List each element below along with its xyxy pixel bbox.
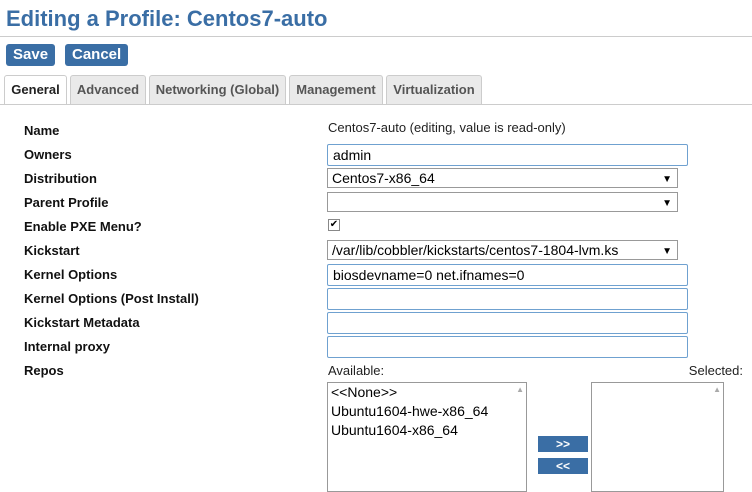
repos-label: Repos xyxy=(24,363,64,378)
tab-bar: General Advanced Networking (Global) Man… xyxy=(0,75,752,105)
list-item[interactable]: Ubuntu1604-x86_64 xyxy=(328,421,526,440)
owners-input[interactable]: admin xyxy=(327,144,688,166)
internal-proxy-input[interactable] xyxy=(327,336,688,358)
kernel-options-post-input[interactable] xyxy=(327,288,688,310)
add-repo-button[interactable]: >> xyxy=(538,436,588,452)
parent-profile-label: Parent Profile xyxy=(24,195,109,210)
list-item[interactable]: <<None>> xyxy=(328,383,526,402)
kernel-options-post-label: Kernel Options (Post Install) xyxy=(24,291,199,306)
scroll-up-icon[interactable]: ▲ xyxy=(713,385,721,394)
tab-divider xyxy=(0,104,752,105)
repos-selected-label: Selected: xyxy=(688,363,743,378)
dropdown-arrow-icon: ▼ xyxy=(662,246,672,257)
distribution-selected-value: Centos7-x86_64 xyxy=(332,170,435,186)
dropdown-arrow-icon: ▼ xyxy=(662,198,672,209)
enable-pxe-checkbox[interactable]: ✔ xyxy=(328,219,340,231)
kickstart-metadata-label: Kickstart Metadata xyxy=(24,315,140,330)
remove-repo-button[interactable]: << xyxy=(538,458,588,474)
kernel-options-input[interactable]: biosdevname=0 net.ifnames=0 xyxy=(327,264,688,286)
list-item[interactable]: Ubuntu1604-hwe-x86_64 xyxy=(328,402,526,421)
tab-advanced[interactable]: Advanced xyxy=(70,75,146,104)
save-button[interactable]: Save xyxy=(6,44,56,66)
kickstart-select[interactable]: /var/lib/cobbler/kickstarts/centos7-1804… xyxy=(327,240,678,260)
name-value: Centos7-auto (editing, value is read-onl… xyxy=(328,120,566,135)
kickstart-label: Kickstart xyxy=(24,243,80,258)
page-title: Editing a Profile: Centos7-auto xyxy=(6,6,328,31)
tab-networking-global[interactable]: Networking (Global) xyxy=(149,75,286,104)
owners-label: Owners xyxy=(24,147,72,162)
distribution-label: Distribution xyxy=(24,171,97,186)
title-divider xyxy=(0,36,752,37)
repos-available-list[interactable]: <<None>> Ubuntu1604-hwe-x86_64 Ubuntu160… xyxy=(327,382,527,492)
parent-profile-select[interactable]: ▼ xyxy=(327,192,678,212)
kernel-options-label: Kernel Options xyxy=(24,267,118,282)
tab-general[interactable]: General xyxy=(4,75,67,105)
kickstart-metadata-input[interactable] xyxy=(327,312,688,334)
name-label: Name xyxy=(24,123,60,138)
tab-management[interactable]: Management xyxy=(289,75,383,104)
dropdown-arrow-icon: ▼ xyxy=(662,174,672,185)
enable-pxe-label: Enable PXE Menu? xyxy=(24,219,142,234)
distribution-select[interactable]: Centos7-x86_64 ▼ xyxy=(327,168,678,188)
repos-available-label: Available: xyxy=(328,363,385,378)
internal-proxy-label: Internal proxy xyxy=(24,339,110,354)
kickstart-selected-value: /var/lib/cobbler/kickstarts/centos7-1804… xyxy=(332,242,619,258)
cancel-button[interactable]: Cancel xyxy=(65,44,129,66)
tab-virtualization[interactable]: Virtualization xyxy=(386,75,482,104)
repos-selected-list[interactable]: ▲ xyxy=(591,382,724,492)
scroll-up-icon[interactable]: ▲ xyxy=(516,385,524,394)
